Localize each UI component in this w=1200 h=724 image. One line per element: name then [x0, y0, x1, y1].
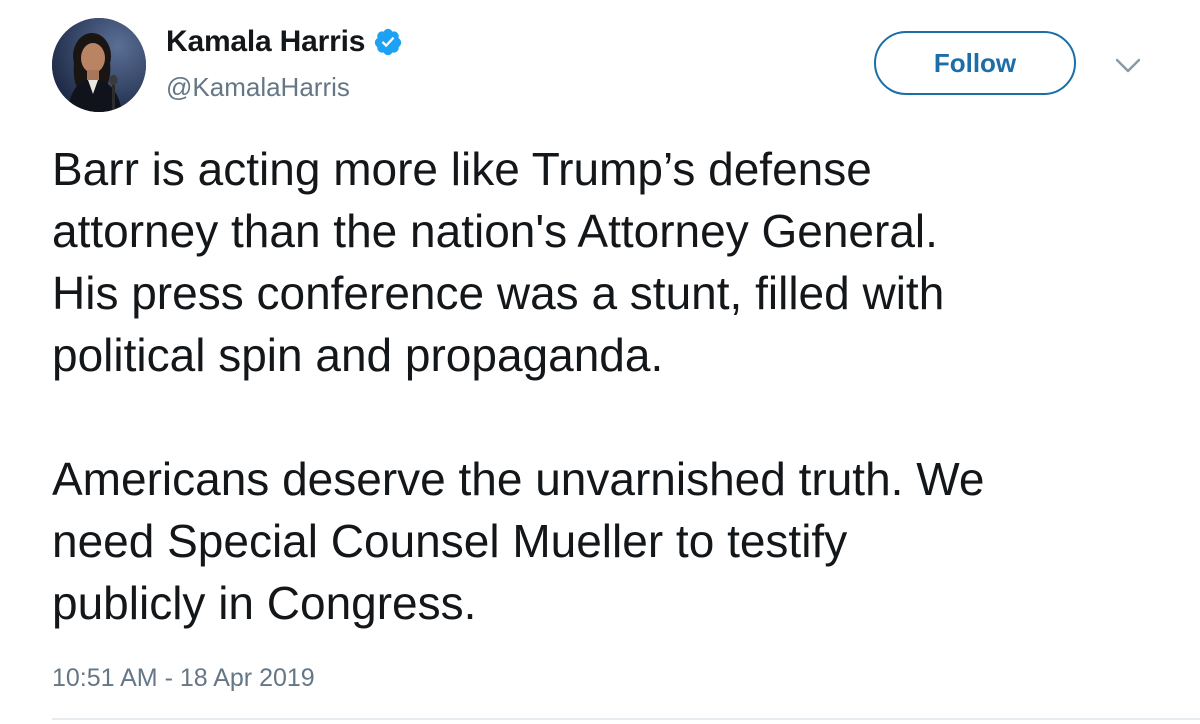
verified-badge-icon [373, 27, 403, 57]
tweet-card: Kamala Harris @KamalaHarris Follow Barr … [0, 0, 1200, 724]
tweet-line: Americans deserve the unvarnished truth.… [52, 453, 985, 505]
divider [52, 718, 1200, 720]
tweet-line: need Special Counsel Mueller to testify [52, 515, 848, 567]
tweet-line: His press conference was a stunt, filled… [52, 267, 945, 319]
tweet-timestamp[interactable]: 10:51 AM - 18 Apr 2019 [52, 664, 315, 693]
tweet-line: political spin and propaganda. [52, 329, 664, 381]
author-display-name[interactable]: Kamala Harris [166, 25, 365, 59]
author-handle[interactable]: @KamalaHarris [166, 72, 350, 103]
avatar-image [52, 18, 146, 112]
follow-button[interactable]: Follow [874, 31, 1076, 95]
avatar[interactable] [52, 18, 146, 112]
chevron-down-icon[interactable] [1114, 56, 1142, 76]
tweet-text: Barr is acting more like Trump’s defense… [52, 138, 1172, 634]
author-name-row: Kamala Harris [166, 24, 403, 60]
tweet-line: Barr is acting more like Trump’s defense [52, 143, 872, 195]
tweet-line: publicly in Congress. [52, 577, 477, 629]
tweet-line: attorney than the nation's Attorney Gene… [52, 205, 938, 257]
